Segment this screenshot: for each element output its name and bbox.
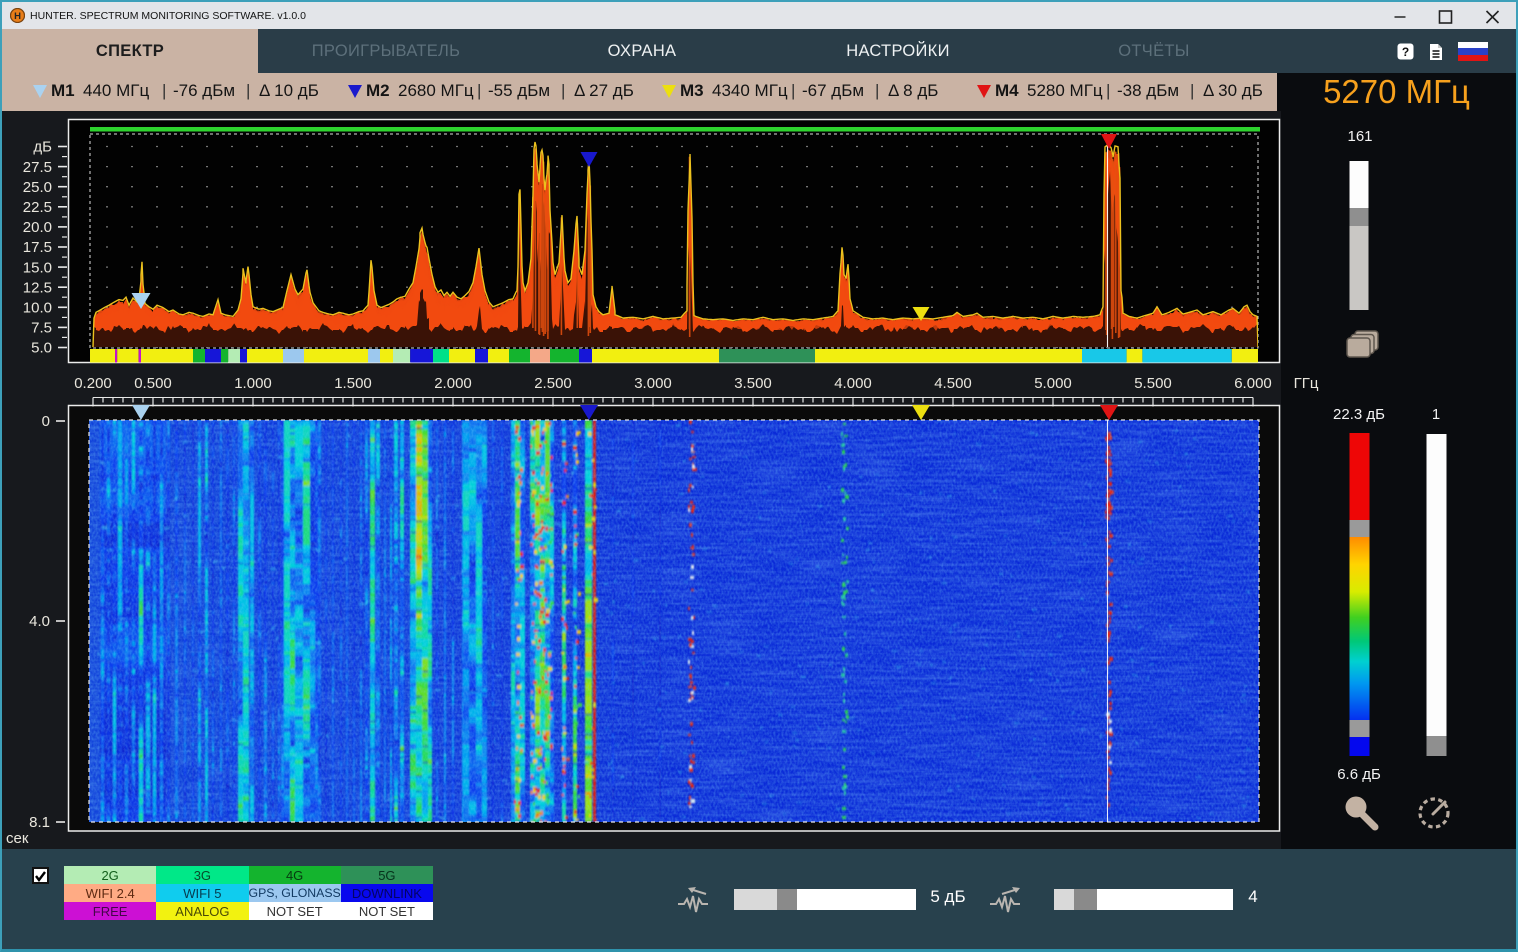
svg-text:?: ? bbox=[1402, 45, 1409, 59]
svg-text:H: H bbox=[14, 11, 21, 22]
